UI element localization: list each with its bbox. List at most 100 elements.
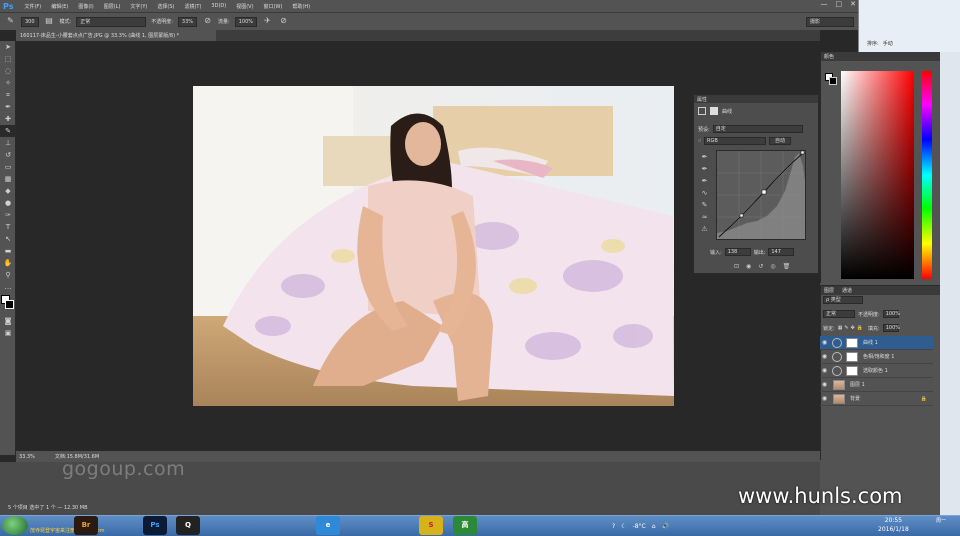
background-swatch[interactable]: [829, 77, 837, 85]
visibility-eye-icon[interactable]: ◉: [820, 367, 829, 374]
healing-tool-icon[interactable]: ✚: [0, 113, 16, 125]
taskbar-ie[interactable]: e: [316, 516, 340, 535]
zoom-tool-icon[interactable]: ⚲: [0, 269, 16, 281]
menu-file[interactable]: 文件(F): [19, 3, 46, 10]
document-photo[interactable]: [193, 86, 674, 406]
weather-temp[interactable]: -8°C: [633, 523, 646, 530]
volume-icon[interactable]: 🔊: [662, 523, 669, 530]
airbrush-icon[interactable]: ✈: [262, 16, 273, 27]
menu-image[interactable]: 图像(I): [73, 3, 98, 10]
pen-tool-icon[interactable]: ✑: [0, 209, 16, 221]
taskbar-s-app[interactable]: S: [419, 516, 443, 535]
clip-to-layer-icon[interactable]: ⊡: [734, 263, 739, 270]
layer-mask-thumbnail[interactable]: [846, 351, 858, 362]
preset-select[interactable]: 自定: [712, 125, 803, 133]
color-picker-field[interactable]: [841, 71, 914, 279]
layer-selective-color-1[interactable]: ◉ 选取颜色 1: [820, 364, 933, 378]
maximize-button[interactable]: □: [836, 0, 843, 8]
gradient-tool-icon[interactable]: ▦: [0, 173, 16, 185]
flow-input[interactable]: 100%: [234, 16, 258, 27]
quick-mask-icon[interactable]: ◙: [0, 315, 16, 327]
menu-edit[interactable]: 编辑(E): [46, 3, 73, 10]
zoom-level[interactable]: 33.3%: [19, 454, 35, 460]
taskbar-photoshop[interactable]: Ps: [143, 516, 167, 535]
curve-point-icon[interactable]: ∿: [699, 189, 710, 199]
layer-thumbnail[interactable]: [833, 393, 845, 404]
eyedropper-black-icon[interactable]: ✒: [699, 153, 710, 163]
delete-icon[interactable]: 🗑: [783, 263, 791, 270]
opacity-input[interactable]: 33%: [177, 16, 198, 27]
menu-3d[interactable]: 3D(D): [206, 3, 231, 9]
visibility-eye-icon[interactable]: ◉: [820, 353, 829, 360]
mask-icon[interactable]: [710, 107, 718, 115]
crop-tool-icon[interactable]: ⌗: [0, 89, 16, 101]
fill-input[interactable]: 100%: [882, 324, 900, 332]
workspace-select[interactable]: 摄影: [806, 17, 854, 27]
menu-filter[interactable]: 滤镜(T): [179, 3, 206, 10]
taskbar-clock[interactable]: 20:55 2016/1/18: [878, 516, 909, 534]
visibility-eye-icon[interactable]: ◉: [820, 339, 829, 346]
document-tab[interactable]: 160117-床品生-小腰套点点广告.JPG @ 33.3% (曲线 1, 图层…: [16, 30, 216, 41]
taskbar-gao-app[interactable]: 高: [453, 516, 477, 535]
path-select-tool-icon[interactable]: ↖: [0, 233, 16, 245]
history-brush-tool-icon[interactable]: ↺: [0, 149, 16, 161]
marquee-tool-icon[interactable]: ⬚: [0, 53, 16, 65]
clipping-warning-icon[interactable]: ⚠: [699, 225, 710, 235]
pressure-size-icon[interactable]: ⊘: [278, 16, 289, 27]
eyedropper-gray-icon[interactable]: ✒: [699, 165, 710, 175]
lock-icons[interactable]: ▦✎✥🔒: [838, 325, 865, 331]
menu-help[interactable]: 帮助(H): [287, 3, 315, 10]
curve-graph[interactable]: [716, 150, 806, 240]
eyedropper-tool-icon[interactable]: ✒: [0, 101, 16, 113]
lasso-tool-icon[interactable]: ◌: [0, 65, 16, 77]
menu-select[interactable]: 选择(S): [152, 3, 179, 10]
more-tools-icon[interactable]: …: [0, 281, 16, 293]
visibility-eye-icon[interactable]: ◉: [820, 381, 829, 388]
layer-opacity-input[interactable]: 100%: [882, 310, 900, 318]
menu-type[interactable]: 文字(Y): [125, 3, 152, 10]
color-panel-tab[interactable]: 颜色: [824, 54, 834, 60]
dodge-tool-icon[interactable]: ●: [0, 197, 16, 209]
hue-slider[interactable]: [922, 71, 932, 279]
pencil-curve-icon[interactable]: ✎: [699, 201, 710, 211]
help-icon[interactable]: ?: [612, 523, 615, 530]
layer-curves-1[interactable]: ◉ 曲线 1: [820, 336, 933, 350]
stamp-tool-icon[interactable]: ⊥: [0, 137, 16, 149]
layer-hue-saturation-1[interactable]: ◉ 色相/饱和度 1: [820, 350, 933, 364]
reset-icon[interactable]: ↺: [758, 263, 763, 270]
close-button[interactable]: ✕: [850, 0, 856, 8]
eyedropper-white-icon[interactable]: ✒: [699, 177, 710, 187]
hand-tool-icon[interactable]: ✋: [0, 257, 16, 269]
visibility-eye-icon[interactable]: ◉: [820, 395, 829, 402]
brush-size-picker[interactable]: 300: [21, 16, 39, 27]
view-previous-icon[interactable]: ◉: [746, 263, 751, 270]
properties-panel-tab[interactable]: 属性: [694, 95, 818, 103]
brush-tool-icon[interactable]: ✎: [5, 16, 16, 27]
layers-tab[interactable]: 图层: [824, 287, 834, 294]
quick-select-tool-icon[interactable]: ✧: [0, 77, 16, 89]
network-icon[interactable]: ⌂: [652, 523, 656, 530]
menu-view[interactable]: 视图(V): [231, 3, 258, 10]
moon-icon[interactable]: ☾: [621, 523, 626, 530]
output-value[interactable]: 147: [768, 248, 795, 256]
layer-background[interactable]: ◉ 背景 🔒: [820, 392, 933, 406]
brush-panel-icon[interactable]: ▤: [44, 16, 55, 27]
menu-layer[interactable]: 图层(L): [99, 3, 126, 10]
brush-tool-icon[interactable]: ✎: [0, 125, 16, 137]
eraser-tool-icon[interactable]: ▭: [0, 161, 16, 173]
mode-select[interactable]: 正常: [76, 16, 147, 27]
taskbar-qq[interactable]: Q: [176, 516, 200, 535]
layer-mask-thumbnail[interactable]: [846, 365, 858, 376]
type-tool-icon[interactable]: T: [0, 221, 16, 233]
blend-mode-select[interactable]: 正常: [823, 310, 855, 318]
input-value[interactable]: 138: [724, 248, 751, 256]
shape-tool-icon[interactable]: ▬: [0, 245, 16, 257]
auto-button[interactable]: 自动: [769, 137, 792, 145]
blur-tool-icon[interactable]: ◆: [0, 185, 16, 197]
menu-window[interactable]: 窗口(W): [259, 3, 288, 10]
channel-select[interactable]: RGB: [704, 137, 767, 145]
color-swatch-icon[interactable]: [0, 293, 16, 315]
move-tool-icon[interactable]: ➤: [0, 41, 16, 53]
layer-thumbnail[interactable]: [833, 379, 845, 390]
screen-mode-icon[interactable]: ▣: [0, 327, 16, 339]
